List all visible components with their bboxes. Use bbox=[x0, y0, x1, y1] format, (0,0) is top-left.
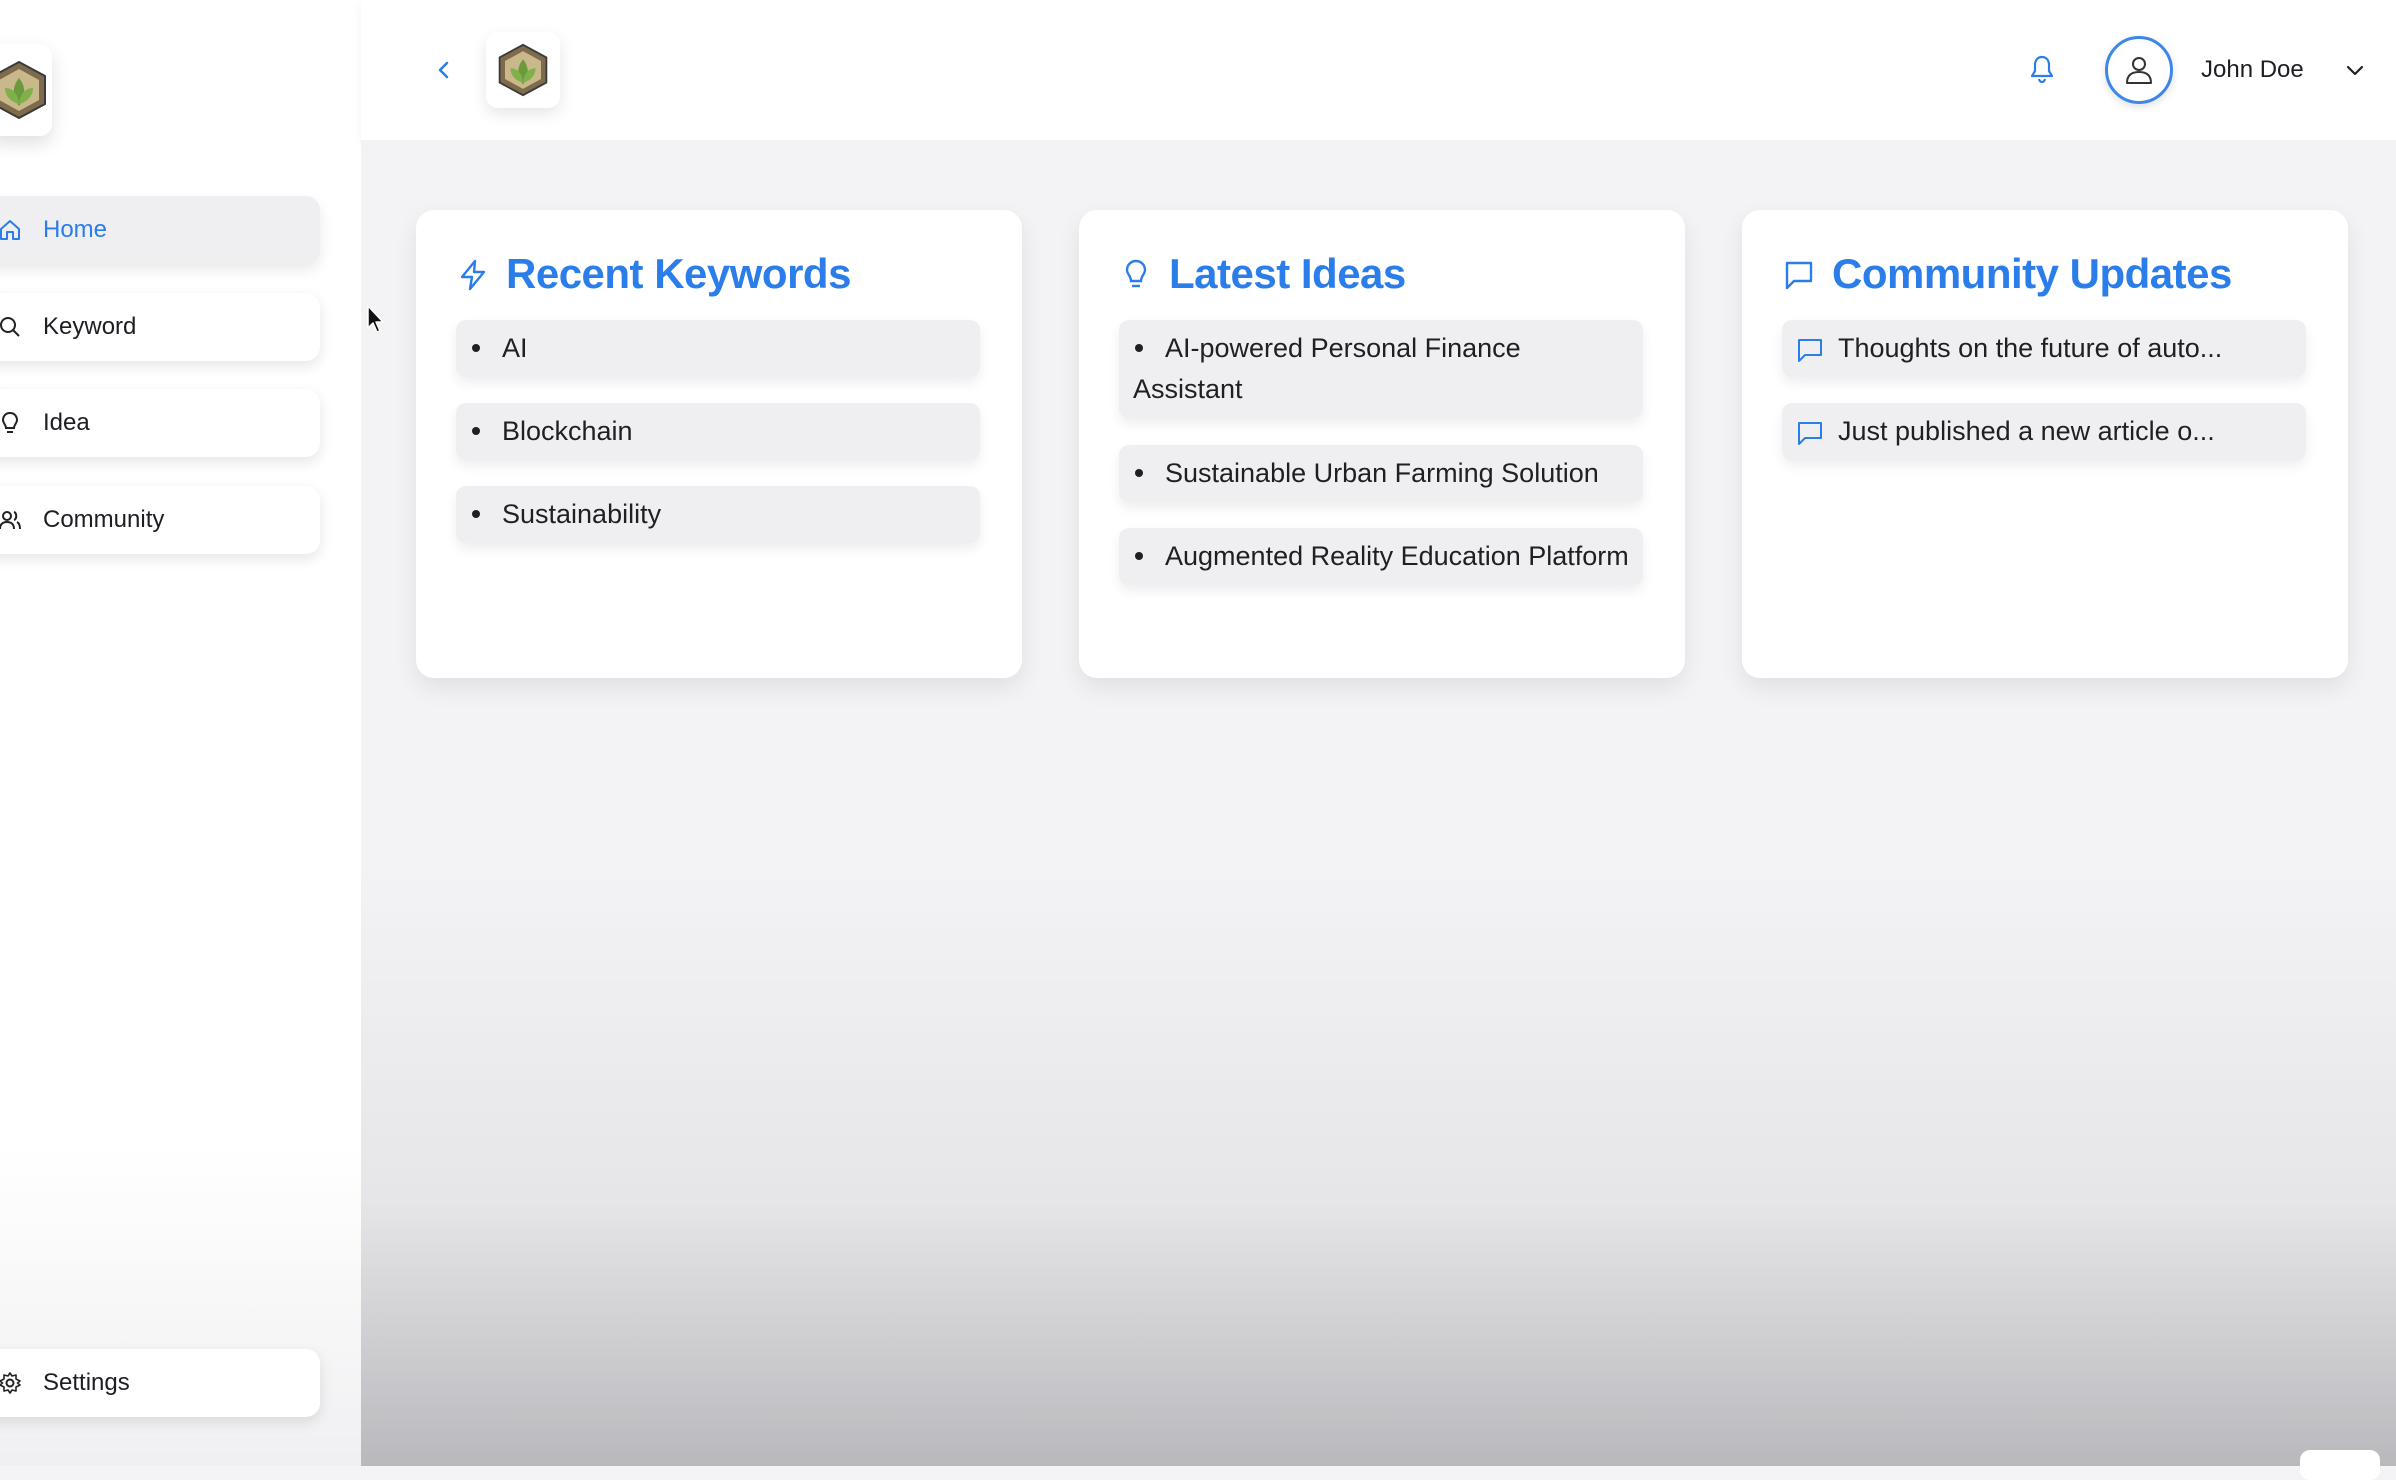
bullet bbox=[472, 426, 480, 435]
sidebar-item-community[interactable]: Community bbox=[0, 486, 320, 554]
community-update-item[interactable]: Thoughts on the future of auto... bbox=[1782, 320, 2306, 377]
bell-icon[interactable] bbox=[2026, 52, 2058, 86]
sidebar-item-label: Community bbox=[43, 506, 165, 533]
sidebar-item-label: Idea bbox=[43, 409, 90, 436]
sidebar-item-home[interactable]: Home bbox=[0, 196, 320, 264]
message-square-icon bbox=[1785, 261, 1813, 290]
top-header: John Doe bbox=[361, 0, 2396, 140]
idea-label: AI-powered Personal Finance Assistant bbox=[1133, 333, 1521, 404]
message-square-icon bbox=[1798, 339, 1822, 362]
user-name[interactable]: John Doe bbox=[2201, 56, 2304, 84]
avatar[interactable] bbox=[2105, 36, 2173, 104]
keyword-item[interactable]: Blockchain bbox=[456, 403, 980, 460]
users-icon bbox=[0, 511, 21, 530]
lightbulb-icon bbox=[1125, 259, 1147, 288]
home-icon bbox=[0, 220, 20, 240]
latest-ideas-card: Latest Ideas AI-powered Personal Finance… bbox=[1079, 210, 1685, 678]
card-title: Recent Keywords bbox=[506, 250, 851, 297]
bullet bbox=[1135, 343, 1143, 352]
zap-icon bbox=[460, 259, 486, 291]
search-icon bbox=[0, 317, 20, 337]
keyword-label: Blockchain bbox=[502, 416, 633, 446]
brand-logo[interactable] bbox=[0, 44, 52, 136]
sidebar-item-label: Home bbox=[43, 216, 108, 243]
keyword-item[interactable]: AI bbox=[456, 320, 980, 377]
idea-item[interactable]: Sustainable Urban Farming Solution bbox=[1119, 445, 1643, 502]
leaf-hexagon-logo-icon bbox=[0, 60, 46, 120]
keyword-label: Sustainability bbox=[502, 499, 662, 529]
idea-label: Augmented Reality Education Platform bbox=[1165, 541, 1629, 571]
sidebar-item-settings[interactable]: Settings bbox=[0, 1349, 320, 1417]
floating-widget[interactable] bbox=[2300, 1450, 2380, 1480]
message-square-icon bbox=[1798, 422, 1822, 445]
sidebar: Home Keyword Idea Community Settings bbox=[0, 0, 361, 1466]
bullet bbox=[472, 343, 480, 352]
update-text: Thoughts on the future of auto... bbox=[1838, 333, 2223, 363]
sidebar-item-idea[interactable]: Idea bbox=[0, 389, 320, 457]
community-updates-card: Community Updates Thoughts on the future… bbox=[1742, 210, 2348, 678]
chevron-down-icon[interactable] bbox=[2344, 60, 2366, 82]
bullet bbox=[1135, 551, 1143, 560]
header-logo[interactable] bbox=[486, 32, 560, 108]
recent-keywords-card: Recent Keywords AI Blockchain Sustainabi… bbox=[416, 210, 1022, 678]
idea-item[interactable]: Augmented Reality Education Platform bbox=[1119, 528, 1643, 585]
sidebar-item-label: Settings bbox=[43, 1369, 130, 1396]
idea-item[interactable]: AI-powered Personal Finance Assistant bbox=[1119, 320, 1643, 418]
update-text: Just published a new article o... bbox=[1838, 416, 2215, 446]
card-title: Latest Ideas bbox=[1169, 250, 1406, 297]
mouse-pointer-icon bbox=[367, 305, 384, 333]
gear-icon bbox=[0, 1372, 21, 1394]
card-title: Community Updates bbox=[1832, 250, 2232, 297]
keyword-label: AI bbox=[502, 333, 528, 363]
user-icon bbox=[2126, 57, 2152, 84]
idea-label: Sustainable Urban Farming Solution bbox=[1165, 458, 1599, 488]
chevron-left-icon[interactable] bbox=[429, 55, 459, 85]
bullet bbox=[472, 509, 480, 518]
bullet bbox=[1135, 468, 1143, 477]
lightbulb-icon bbox=[1, 411, 19, 433]
leaf-hexagon-logo-icon bbox=[498, 43, 548, 97]
keyword-item[interactable]: Sustainability bbox=[456, 486, 980, 543]
main-content: Recent Keywords AI Blockchain Sustainabi… bbox=[361, 140, 2396, 1466]
sidebar-item-keyword[interactable]: Keyword bbox=[0, 293, 320, 361]
sidebar-item-label: Keyword bbox=[43, 313, 137, 340]
community-update-item[interactable]: Just published a new article o... bbox=[1782, 403, 2306, 460]
